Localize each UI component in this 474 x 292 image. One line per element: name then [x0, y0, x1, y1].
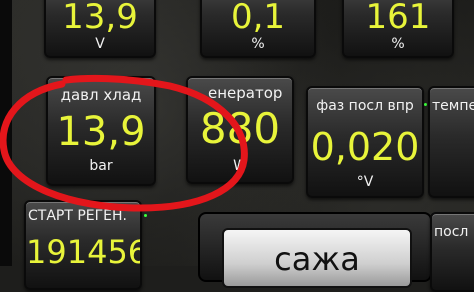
gauge-temperature[interactable]: темпер	[428, 86, 474, 198]
soot-button-label: сажа	[274, 240, 360, 278]
gauge-label: давл хлад	[60, 86, 142, 104]
gauge-label: фаз посл впр	[316, 98, 414, 114]
gauge-value: 13,9	[56, 109, 146, 155]
gauge-voltage[interactable]: 13,9 V	[44, 0, 156, 58]
gauge-last[interactable]: посл	[430, 212, 474, 292]
gauge-value: 191456	[26, 233, 142, 271]
gauge-coolant-pressure[interactable]: давл хлад 13,9 bar	[46, 76, 156, 186]
indicator-dot	[424, 103, 427, 106]
gauge-percent-1[interactable]: 0,1 %	[200, 0, 316, 58]
gauge-generator[interactable]: енератор 880 W	[186, 76, 294, 184]
gauge-regen-start[interactable]: СТАРТ РЕГЕН. 191456	[24, 200, 142, 290]
gauge-unit: °V	[356, 174, 374, 190]
gauge-value: 161	[365, 0, 431, 37]
gauge-unit: %	[391, 36, 405, 52]
gauge-injection-phase[interactable]: фаз посл впр 0,020 °V	[306, 86, 424, 198]
gauge-unit: W	[233, 158, 247, 174]
gauge-percent-2[interactable]: 161 %	[342, 0, 454, 58]
soot-button-frame: сажа	[198, 212, 432, 288]
gauge-label: посл	[434, 224, 469, 240]
screen-edge	[0, 0, 12, 266]
gauge-label: СТАРТ РЕГЕН.	[28, 208, 127, 224]
gauge-unit: %	[251, 36, 265, 52]
gauge-unit: bar	[89, 158, 113, 174]
indicator-dot	[144, 214, 147, 217]
gauge-value: 880	[199, 104, 281, 153]
gauge-value: 0,1	[230, 0, 286, 37]
soot-button[interactable]: сажа	[222, 228, 412, 288]
gauge-value: 0,020	[310, 125, 420, 169]
gauge-value: 13,9	[62, 0, 138, 37]
gauge-unit: V	[95, 36, 105, 52]
gauge-label: темпер	[432, 98, 474, 114]
gauge-label: енератор	[208, 84, 283, 102]
